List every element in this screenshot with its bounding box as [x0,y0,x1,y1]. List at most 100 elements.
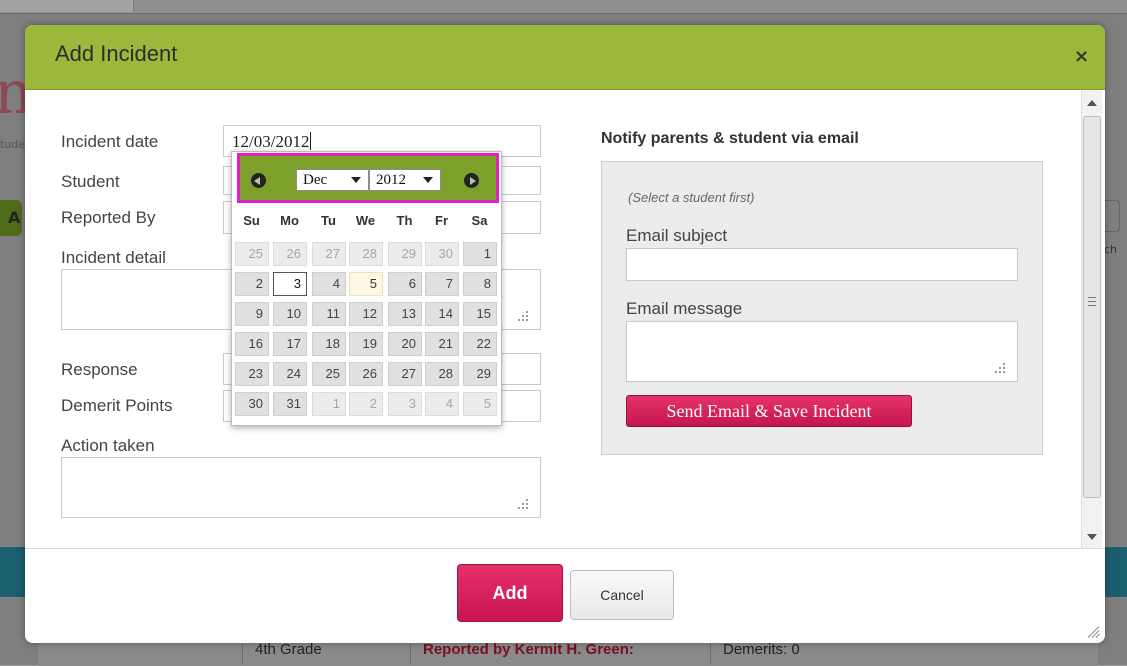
calendar-day[interactable]: 18 [312,332,346,356]
calendar-day[interactable]: 3 [388,392,422,416]
calendar-day[interactable]: 13 [388,302,422,326]
background-top-box [0,0,134,12]
calendar-day[interactable]: 15 [463,302,497,326]
calendar-day[interactable]: 27 [312,242,346,266]
calendar-day[interactable]: 12 [349,302,383,326]
close-icon[interactable]: × [1074,47,1089,67]
calendar-day[interactable]: 24 [273,362,307,386]
calendar-day-selected[interactable]: 3 [273,272,307,296]
month-select[interactable]: Dec [296,169,369,191]
action-taken-label: Action taken [61,436,155,455]
weekday-header: We [355,213,376,228]
calendar-day[interactable]: 28 [349,242,383,266]
calendar-day[interactable]: 30 [235,392,269,416]
email-subject-input[interactable] [626,248,1018,281]
send-email-save-button[interactable]: Send Email & Save Incident [626,395,912,427]
cancel-button[interactable]: Cancel [570,570,674,620]
year-select[interactable]: 2012 [369,169,441,191]
weekday-header: Sa [471,213,488,228]
calendar-day[interactable]: 14 [425,302,459,326]
modal-footer: Add Cancel [25,549,1105,643]
resize-grip-icon[interactable] [1086,624,1100,638]
calendar-day[interactable]: 22 [463,332,497,356]
calendar-day[interactable]: 2 [349,392,383,416]
calendar-day[interactable]: 11 [312,302,346,326]
calendar-day[interactable]: 25 [312,362,346,386]
calendar-day[interactable]: 4 [312,272,346,296]
weekday-header: Fr [435,213,448,228]
datepicker-header: Dec 2012 [237,153,499,203]
calendar-day[interactable]: 8 [463,272,497,296]
weekday-header: Tu [321,213,336,228]
resize-grip-icon [514,499,528,511]
response-label: Response [61,360,138,379]
year-select-value: 2012 [376,172,406,188]
action-taken-textarea[interactable] [61,457,541,518]
calendar-day[interactable]: 6 [388,272,422,296]
calendar-day[interactable]: 7 [425,272,459,296]
scroll-thumb[interactable] [1083,116,1101,498]
calendar-day[interactable]: 25 [235,242,269,266]
weekday-header: Su [243,213,260,228]
incident-detail-label: Incident detail [61,248,166,267]
notify-hint: (Select a student first) [628,190,755,205]
background-text-fragment: tude [0,138,26,151]
modal-scrollbar[interactable] [1081,90,1102,548]
prev-month-icon[interactable] [251,173,266,188]
next-month-icon[interactable] [464,173,479,188]
email-message-label: Email message [626,299,743,318]
dropdown-arrow-icon [423,177,433,183]
calendar-day[interactable]: 9 [235,302,269,326]
weekday-header: Mo [280,213,299,228]
calendar-day[interactable]: 27 [388,362,422,386]
background-green-button: A [0,200,22,236]
modal-body: Incident date 12/03/2012 Student Reporte… [25,90,1105,549]
calendar-day-today[interactable]: 5 [349,272,383,296]
background-cell-demerits: Demerits: 0 [723,641,800,658]
add-button[interactable]: Add [457,564,563,622]
calendar-day[interactable]: 16 [235,332,269,356]
calendar-day[interactable]: 4 [425,392,459,416]
notify-panel: (Select a student first) Email subject E… [601,161,1043,455]
calendar-day[interactable]: 17 [273,332,307,356]
calendar-day[interactable]: 20 [388,332,422,356]
incident-date-label: Incident date [61,132,159,151]
demerit-points-label: Demerit Points [61,396,173,415]
datepicker: Dec 2012 Su Mo Tu We Th Fr Sa 25 26 27 28 29 30 1 2 3 4 5… [231,151,502,426]
resize-grip-icon [514,311,528,323]
background-top-bar [0,0,1127,14]
scroll-up-icon[interactable] [1087,100,1097,106]
background-cell-reported: Reported by Kermit H. Green: [423,641,634,658]
dropdown-arrow-icon [351,177,361,183]
calendar-day[interactable]: 21 [425,332,459,356]
scroll-thumb-grip [1088,297,1096,307]
incident-date-value: 12/03/2012 [232,132,312,151]
student-label: Student [61,172,120,191]
background-right-link: ch [1104,243,1118,256]
calendar-day[interactable]: 10 [273,302,307,326]
calendar-day[interactable]: 26 [273,242,307,266]
notify-title: Notify parents & student via email [601,130,859,147]
email-subject-label: Email subject [626,226,728,245]
calendar-day[interactable]: 31 [273,392,307,416]
scroll-down-icon[interactable] [1087,534,1097,540]
modal-title: Add Incident [55,41,178,66]
calendar-day[interactable]: 2 [235,272,269,296]
calendar-day[interactable]: 30 [425,242,459,266]
calendar-day[interactable]: 26 [349,362,383,386]
add-incident-modal: Add Incident × Incident date 12/03/2012 … [25,25,1105,643]
background-cell-grade: 4th Grade [255,641,322,658]
modal-header: Add Incident × [25,25,1105,90]
email-message-textarea[interactable] [626,321,1018,382]
weekday-header: Th [396,213,413,228]
calendar-day[interactable]: 23 [235,362,269,386]
resize-grip-icon [991,363,1005,375]
calendar-day[interactable]: 1 [463,242,497,266]
calendar-day[interactable]: 29 [463,362,497,386]
calendar-day[interactable]: 5 [463,392,497,416]
calendar-day[interactable]: 19 [349,332,383,356]
calendar-day[interactable]: 29 [388,242,422,266]
calendar-day[interactable]: 1 [312,392,346,416]
calendar-day[interactable]: 28 [425,362,459,386]
reported-by-label: Reported By [61,208,156,227]
